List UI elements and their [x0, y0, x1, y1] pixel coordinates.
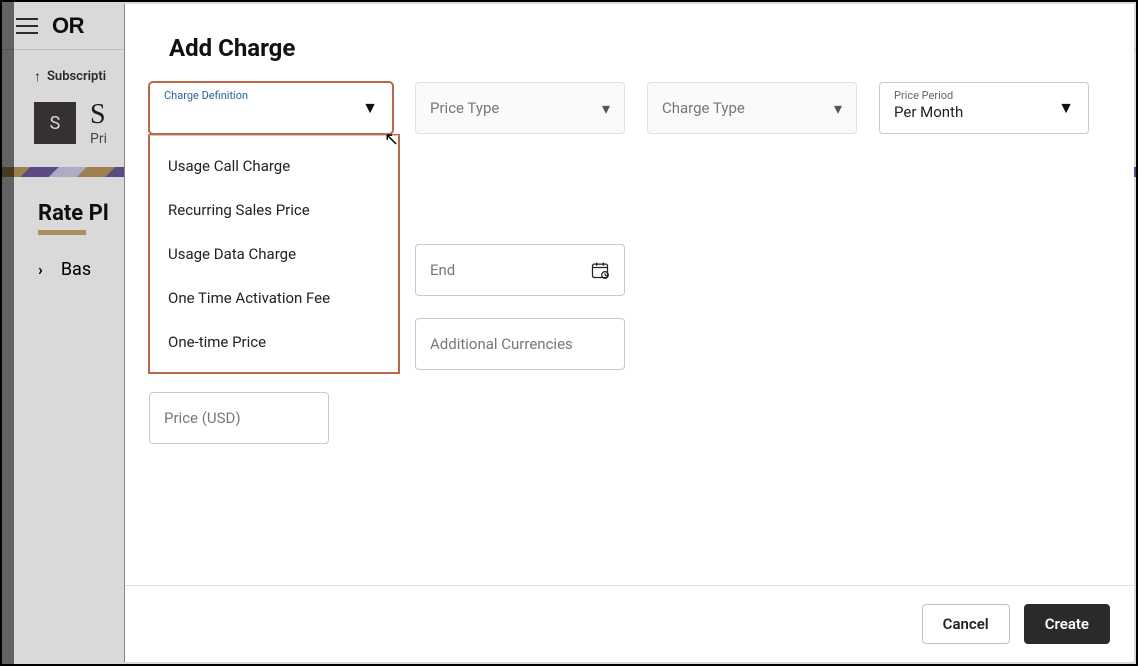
dropdown-option[interactable]: Usage Call Charge [150, 144, 398, 188]
dropdown-option[interactable]: One-time Price [150, 320, 398, 364]
price-period-select[interactable]: Price Period Per Month ▼ [879, 82, 1089, 134]
dropdown-option[interactable]: One Time Activation Fee [150, 276, 398, 320]
calendar-icon [590, 260, 610, 280]
charge-definition-dropdown: Usage Call Charge Recurring Sales Price … [149, 135, 399, 373]
additional-currencies-placeholder: Additional Currencies [430, 335, 573, 353]
dialog-title: Add Charge [125, 4, 1134, 82]
create-button[interactable]: Create [1024, 604, 1110, 644]
end-date-placeholder: End [430, 261, 455, 279]
chevron-down-icon: ▾ [834, 99, 842, 118]
price-usd-input[interactable]: Price (USD) [149, 392, 329, 444]
left-edge-shadow [2, 2, 14, 664]
chevron-down-icon: ▼ [1058, 98, 1074, 118]
cancel-button[interactable]: Cancel [922, 604, 1010, 644]
chevron-down-icon: ▼ [362, 98, 378, 118]
dropdown-option[interactable]: Usage Data Charge [150, 232, 398, 276]
add-charge-dialog: Add Charge Charge Definition ▼ Usage Cal… [124, 4, 1134, 662]
price-usd-placeholder: Price (USD) [164, 409, 241, 427]
charge-type-placeholder: Charge Type [662, 99, 745, 117]
additional-currencies-input[interactable]: Additional Currencies [415, 318, 625, 370]
price-period-label: Price Period [894, 89, 953, 102]
dropdown-option[interactable]: Recurring Sales Price [150, 188, 398, 232]
charge-type-select[interactable]: Charge Type ▾ [647, 82, 857, 134]
price-type-select[interactable]: Price Type ▾ [415, 82, 625, 134]
chevron-down-icon: ▾ [602, 99, 610, 118]
charge-definition-select[interactable]: Charge Definition ▼ Usage Call Charge Re… [149, 82, 393, 134]
price-period-value: Per Month [894, 103, 963, 121]
price-type-placeholder: Price Type [430, 99, 499, 117]
charge-definition-label: Charge Definition [164, 89, 248, 102]
end-date-input[interactable]: End [415, 244, 625, 296]
